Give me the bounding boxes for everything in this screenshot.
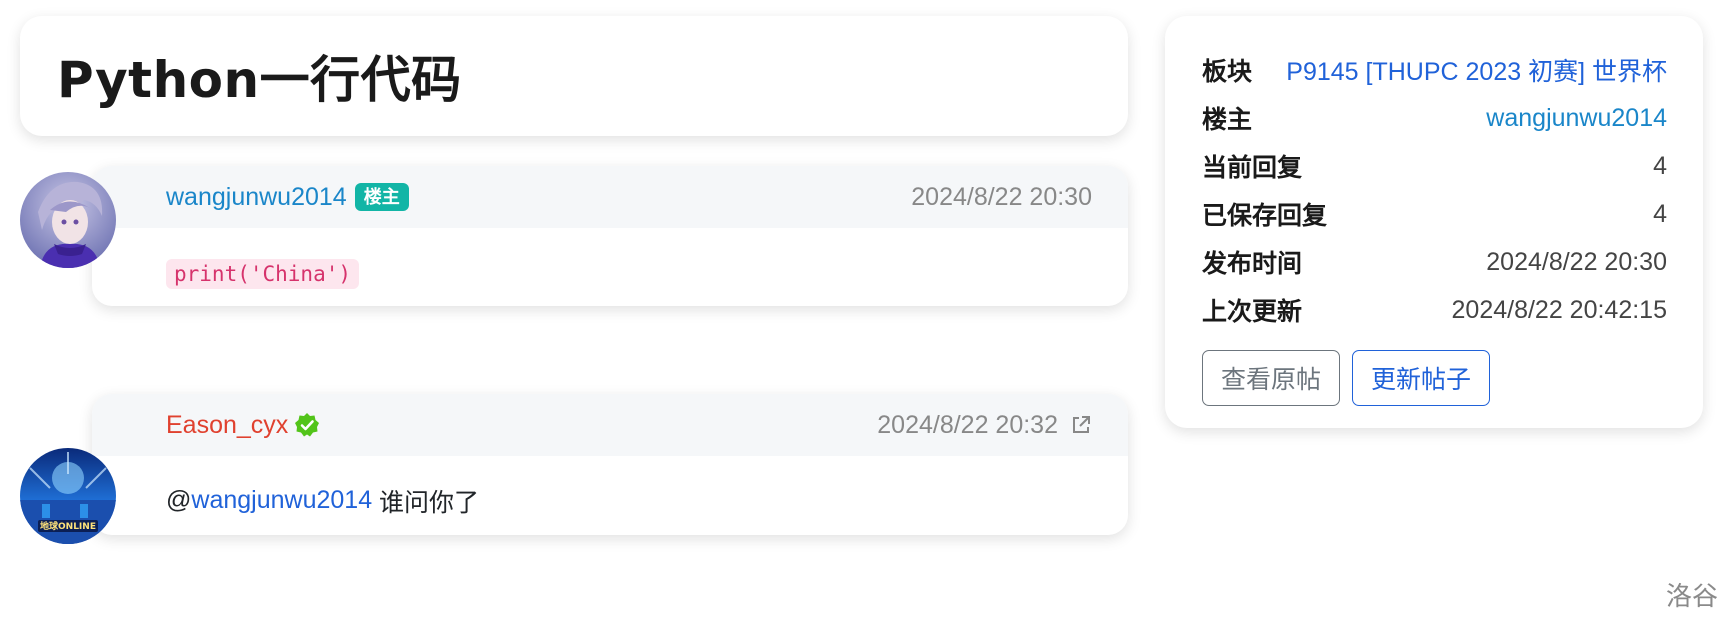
username-link[interactable]: Eason_cyx — [166, 411, 288, 440]
reply-card: wangjunwu2014 楼主 2024/8/22 20:30 print('… — [92, 166, 1128, 306]
info-value: 2024/8/22 20:30 — [1486, 247, 1667, 276]
reply-content: @ wangjunwu2014 谁问你了 — [92, 456, 1128, 535]
info-key: 板块 — [1202, 58, 1253, 86]
reply-header: Eason_cyx 2024/8/22 20:32 — [92, 394, 1128, 456]
avatar[interactable]: 地球ONLINE — [20, 448, 116, 544]
info-row-board: 板块 P9145 [THUPC 2023 初赛] 世界杯 — [1202, 46, 1667, 94]
reply-content: print('China') — [92, 228, 1128, 306]
info-row-author: 楼主 wangjunwu2014 — [1202, 94, 1667, 142]
reply-item: wangjunwu2014 楼主 2024/8/22 20:30 print('… — [20, 166, 1128, 312]
username-link[interactable]: wangjunwu2014 — [166, 183, 347, 212]
info-row-publish-time: 发布时间 2024/8/22 20:30 — [1202, 238, 1667, 286]
post-info-card: 板块 P9145 [THUPC 2023 初赛] 世界杯 楼主 wangjunw… — [1165, 16, 1703, 428]
info-row-last-update: 上次更新 2024/8/22 20:42:15 — [1202, 286, 1667, 334]
reply-card: Eason_cyx 2024/8/22 20:32 @ wangjunwu201… — [92, 394, 1128, 535]
update-post-button[interactable]: 更新帖子 — [1352, 350, 1491, 406]
verified-icon — [294, 412, 320, 438]
info-key: 发布时间 — [1202, 250, 1303, 278]
board-link[interactable]: P9145 [THUPC 2023 初赛] 世界杯 — [1286, 52, 1667, 88]
author-link[interactable]: wangjunwu2014 — [1486, 104, 1667, 133]
info-value: 4 — [1653, 151, 1667, 180]
info-row-current-replies: 当前回复 4 — [1202, 142, 1667, 190]
reply-time: 2024/8/22 20:30 — [911, 166, 1092, 228]
inline-code: print('China') — [166, 259, 360, 289]
info-key: 已保存回复 — [1202, 202, 1328, 230]
reply-text: 谁问你了 — [372, 488, 480, 517]
info-value: 2024/8/22 20:42:15 — [1451, 295, 1667, 324]
info-row-saved-replies: 已保存回复 4 — [1202, 190, 1667, 238]
post-title: Python一行代码 — [57, 51, 462, 109]
reply-item: 地球ONLINE Eason_cyx 2024/8/22 20:32 @ wan… — [20, 394, 1128, 595]
reply-time: 2024/8/22 20:32 — [877, 394, 1092, 456]
view-original-button[interactable]: 查看原帖 — [1202, 350, 1341, 406]
info-value: 4 — [1653, 199, 1667, 228]
external-link-icon[interactable] — [1070, 414, 1092, 436]
reply-time-text: 2024/8/22 20:30 — [911, 182, 1092, 211]
site-watermark: 洛谷 — [1665, 581, 1718, 611]
title-card: Python一行代码 — [20, 16, 1128, 136]
reply-time-text: 2024/8/22 20:32 — [877, 410, 1058, 439]
info-key: 上次更新 — [1202, 298, 1303, 326]
mention-link[interactable]: wangjunwu2014 — [191, 486, 372, 515]
action-buttons: 查看原帖 更新帖子 — [1202, 350, 1667, 406]
mention-at: @ — [166, 486, 192, 514]
reply-header: wangjunwu2014 楼主 2024/8/22 20:30 — [92, 166, 1128, 228]
avatar[interactable] — [20, 172, 116, 268]
page: Python一行代码 wangjunwu2014 楼主 2024/8/22 20… — [0, 0, 1730, 627]
svg-text:地球ONLINE: 地球ONLINE — [40, 520, 96, 532]
info-key: 当前回复 — [1202, 154, 1303, 182]
op-badge: 楼主 — [354, 183, 409, 211]
info-key: 楼主 — [1202, 106, 1253, 134]
